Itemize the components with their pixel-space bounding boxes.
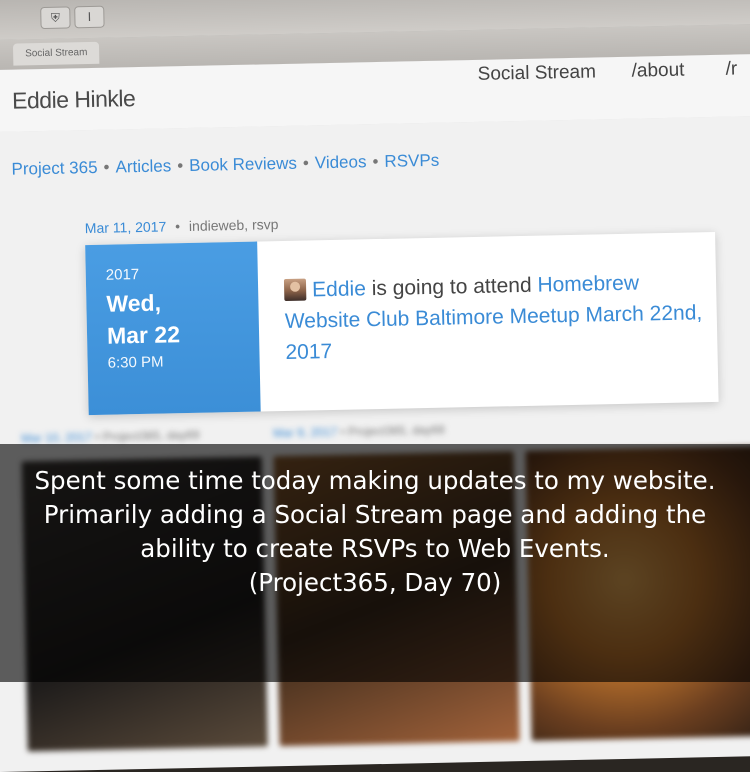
event-weekday: Wed, <box>106 289 162 317</box>
site-title[interactable]: Eddie Hinkle <box>12 85 136 115</box>
caption-body: Spent some time today making updates to … <box>34 466 716 563</box>
category-articles[interactable]: Articles <box>115 156 171 176</box>
post-tags[interactable]: indieweb, rsvp <box>189 216 279 234</box>
event-time: 6:30 PM <box>107 353 164 372</box>
avatar <box>283 278 307 301</box>
nav-about[interactable]: /about <box>631 60 684 83</box>
rsvp-card: 2017 Wed, Mar 22 6:30 PM Eddie is going … <box>85 231 719 416</box>
post-date[interactable]: Mar 11, 2017 <box>85 218 167 236</box>
category-project365[interactable]: Project 365 <box>11 158 97 179</box>
nav-more[interactable]: /r <box>725 58 737 80</box>
category-videos[interactable]: Videos <box>315 152 367 172</box>
category-rsvps[interactable]: RSVPs <box>384 151 439 171</box>
nav-social-stream[interactable]: Social Stream <box>477 61 596 85</box>
caption-text: Spent some time today making updates to … <box>14 464 736 600</box>
event-date-panel: 2017 Wed, Mar 22 6:30 PM <box>85 241 261 416</box>
category-book-reviews[interactable]: Book Reviews <box>189 154 297 175</box>
rsvp-action: is going to attend <box>365 273 538 301</box>
feed-item-meta: Mar 10, 2017 • Project365, day69 <box>21 427 200 446</box>
post-meta: Mar 11, 2017 • indieweb, rsvp <box>85 216 279 236</box>
text-cursor-icon[interactable]: I <box>74 5 105 29</box>
event-month-day: Mar 22 <box>106 321 181 349</box>
event-year: 2017 <box>105 266 140 284</box>
browser-tab[interactable]: Social Stream <box>12 41 100 66</box>
shield-icon[interactable]: ⛨ <box>40 6 71 30</box>
rsvp-text: Eddie is going to attend Homebrew Websit… <box>283 266 706 368</box>
caption-subtitle: (Project365, Day 70) <box>248 568 502 597</box>
feed-item-tags: Project365, day68 <box>347 422 445 439</box>
meta-separator: • <box>174 218 181 235</box>
feed-item-tags: Project365, day69 <box>102 427 200 444</box>
caption-overlay: Spent some time today making updates to … <box>0 444 750 682</box>
feed-item-date[interactable]: Mar 9, 2017 <box>273 425 337 440</box>
category-nav: Project 365 • Articles • Book Reviews • Videos… <box>11 150 440 179</box>
feed-item-meta: Mar 9, 2017 • Project365, day68 <box>273 422 445 441</box>
author-link[interactable]: Eddie <box>312 277 366 301</box>
